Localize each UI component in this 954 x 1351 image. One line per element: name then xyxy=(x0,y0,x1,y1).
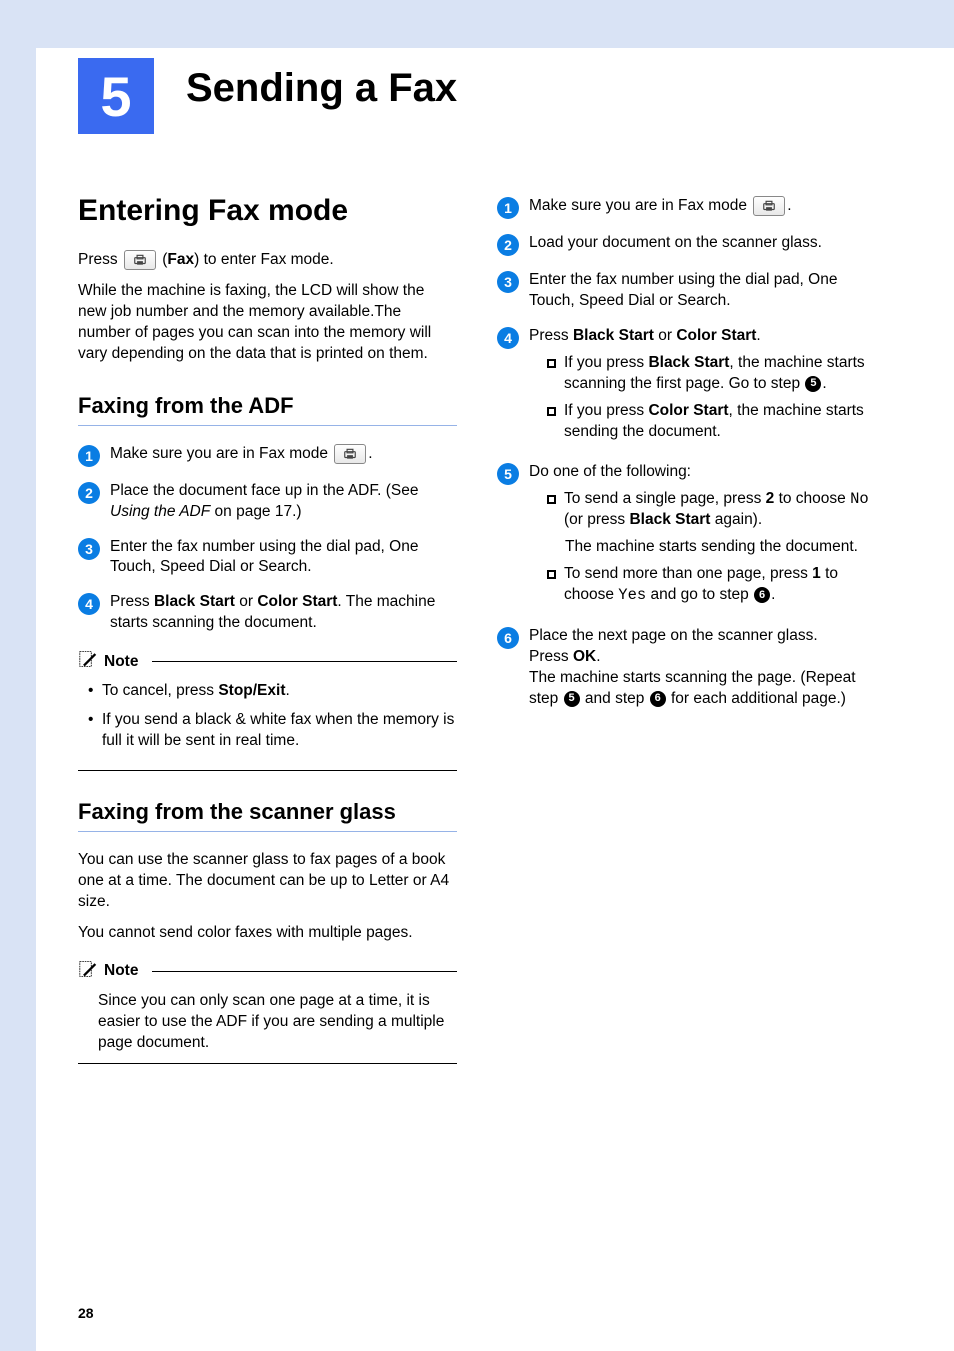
square-bullet-icon xyxy=(547,359,556,368)
paragraph: You cannot send color faxes with multipl… xyxy=(78,923,457,944)
step-badge: 3 xyxy=(78,538,100,560)
note-block: Note Since you can only scan one page at… xyxy=(78,960,457,1065)
step-5: 5 Do one of the following: To send a sin… xyxy=(497,462,876,612)
step-badge: 2 xyxy=(78,482,100,504)
bullet-subtext: The machine starts sending the document. xyxy=(565,537,876,558)
page-accent-strip xyxy=(0,0,36,1351)
left-column: Entering Fax mode Press (Fax) to enter F… xyxy=(78,190,457,1291)
step-badge: 4 xyxy=(497,327,519,349)
step-badge: 1 xyxy=(497,197,519,219)
bullet-item: If you press Black Start, the machine st… xyxy=(547,353,876,395)
step-badge: 6 xyxy=(497,627,519,649)
page-number: 28 xyxy=(78,1305,94,1321)
step-6: 6 Place the next page on the scanner gla… xyxy=(497,626,876,710)
step-4: 4 Press Black Start or Color Start. The … xyxy=(78,592,457,634)
square-bullet-icon xyxy=(547,570,556,579)
page-top-bar xyxy=(0,0,954,48)
chapter-title: Sending a Fax xyxy=(186,66,457,111)
bullet-item: If you press Color Start, the machine st… xyxy=(547,401,876,443)
step-3: 3 Enter the fax number using the dial pa… xyxy=(78,537,457,579)
fax-button-icon xyxy=(334,444,366,464)
step-3: 3 Enter the fax number using the dial pa… xyxy=(497,270,876,312)
step-badge: 5 xyxy=(497,463,519,485)
fax-button-icon xyxy=(124,250,156,270)
bullet-item: To send more than one page, press 1 to c… xyxy=(547,564,876,606)
step-1: 1 Make sure you are in Fax mode . xyxy=(78,444,457,467)
step-badge: 3 xyxy=(497,271,519,293)
paragraph: Press (Fax) to enter Fax mode. xyxy=(78,250,457,271)
note-icon xyxy=(78,650,98,673)
note-text: Since you can only scan one page at a ti… xyxy=(78,991,457,1054)
square-bullet-icon xyxy=(547,407,556,416)
step-badge: 1 xyxy=(78,445,100,467)
note-label: Note xyxy=(104,962,138,980)
note-label: Note xyxy=(104,653,138,671)
fax-button-icon xyxy=(753,196,785,216)
step-2: 2 Place the document face up in the ADF.… xyxy=(78,481,457,523)
step-badge: 4 xyxy=(78,593,100,615)
step-ref-icon: 5 xyxy=(805,376,821,392)
step-4: 4 Press Black Start or Color Start. If y… xyxy=(497,326,876,449)
note-icon xyxy=(78,960,98,983)
section-heading-entering-fax-mode: Entering Fax mode xyxy=(78,194,457,228)
step-2: 2 Load your document on the scanner glas… xyxy=(497,233,876,256)
note-item: To cancel, press Stop/Exit. xyxy=(88,681,457,702)
subsection-faxing-adf: Faxing from the ADF xyxy=(78,393,457,426)
paragraph: While the machine is faxing, the LCD wil… xyxy=(78,281,457,365)
step-ref-icon: 5 xyxy=(564,691,580,707)
right-column: 1 Make sure you are in Fax mode . 2 Load… xyxy=(497,190,876,1291)
step-ref-icon: 6 xyxy=(754,587,770,603)
subsection-faxing-scanner-glass: Faxing from the scanner glass xyxy=(78,799,457,832)
square-bullet-icon xyxy=(547,495,556,504)
step-ref-icon: 6 xyxy=(650,691,666,707)
note-item: If you send a black & white fax when the… xyxy=(88,710,457,752)
bullet-item: To send a single page, press 2 to choose… xyxy=(547,489,876,531)
chapter-number-box: 5 xyxy=(78,58,154,134)
step-1: 1 Make sure you are in Fax mode . xyxy=(497,196,876,219)
paragraph: You can use the scanner glass to fax pag… xyxy=(78,850,457,913)
note-block: Note To cancel, press Stop/Exit. If you … xyxy=(78,650,457,771)
step-badge: 2 xyxy=(497,234,519,256)
